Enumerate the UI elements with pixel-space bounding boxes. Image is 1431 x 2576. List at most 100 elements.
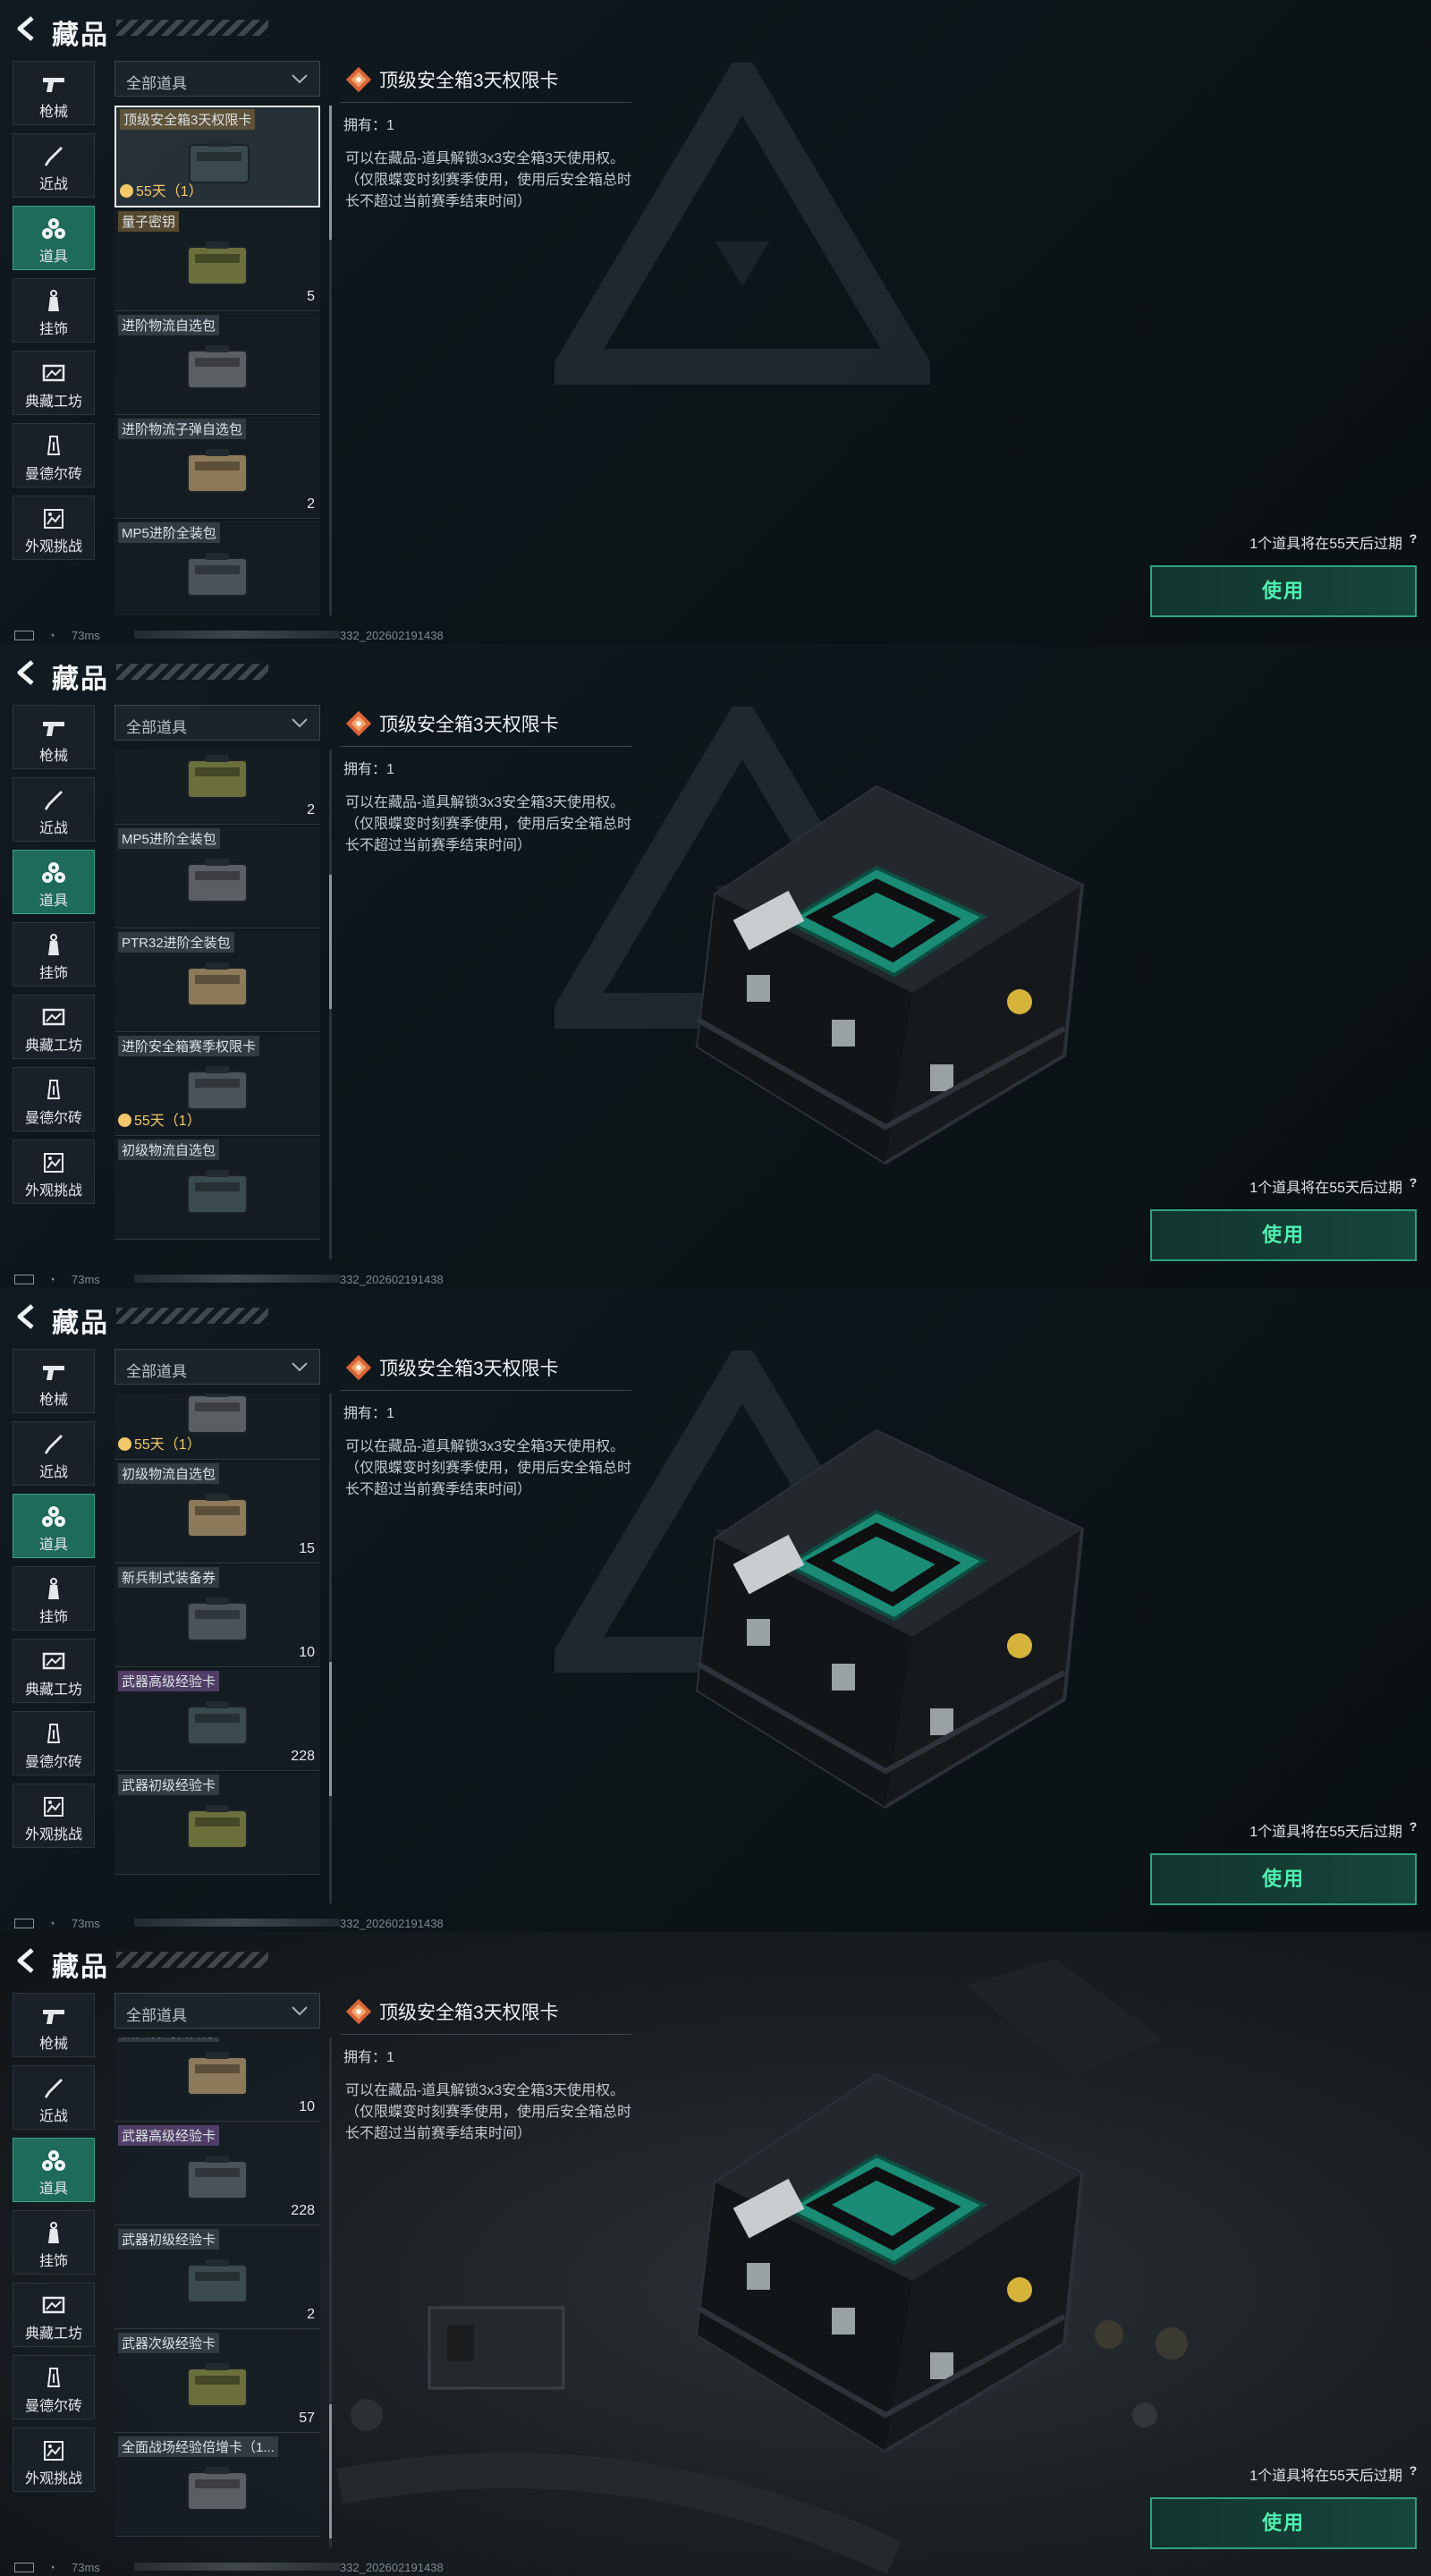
list-scrollbar[interactable]	[329, 106, 332, 615]
nav-item-label: 曼德尔砖	[24, 467, 82, 482]
nav-item-guns[interactable]: 枪械	[13, 1993, 95, 2057]
nav-item-charms[interactable]: 挂饰	[13, 1566, 95, 1631]
item-card[interactable]: 新兵制式装备券 10	[114, 1565, 320, 1667]
item-card[interactable]: 量子密钥 5	[114, 209, 320, 311]
nav-item-items[interactable]: 道具	[13, 2138, 95, 2202]
filter-label: 全部道具	[126, 719, 187, 736]
nav-item-appearance-challenge[interactable]: 外观挑战	[13, 2428, 95, 2492]
nav-item-workshop[interactable]: 典藏工坊	[13, 1639, 95, 1703]
item-card[interactable]: 全面战场经验倍增卡（1...	[114, 2435, 320, 2537]
use-button[interactable]: 使用	[1150, 1853, 1417, 1905]
brick-icon	[41, 2367, 66, 2390]
nav-item-guns[interactable]: 枪械	[13, 1349, 95, 1413]
item-card[interactable]: 初级物流自选包	[114, 1138, 320, 1240]
scrollbar-thumb[interactable]	[329, 2404, 332, 2538]
item-card[interactable]: 进阶安全箱赛季权限卡55天（1）	[114, 1394, 320, 1460]
item-name: 量子密钥	[118, 211, 180, 232]
item-card[interactable]: 武器初级经验卡 2	[114, 2227, 320, 2329]
item-card[interactable]: 进阶物流子弹自选包2	[114, 417, 320, 519]
filter-dropdown[interactable]: 全部道具	[114, 61, 320, 97]
filter-dropdown[interactable]: 全部道具	[114, 705, 320, 741]
nav-item-guns[interactable]: 枪械	[13, 705, 95, 769]
nav-item-melee[interactable]: 近战	[13, 777, 95, 842]
item-name: 武器高级经验卡	[118, 1671, 220, 1691]
detail-title: 顶级安全箱3天权限卡	[379, 2003, 559, 2023]
nav-item-workshop[interactable]: 典藏工坊	[13, 351, 95, 415]
detail-divider	[340, 1390, 631, 1391]
nav-item-items[interactable]: 道具	[13, 850, 95, 914]
use-button[interactable]: 使用	[1150, 2497, 1417, 2549]
items-icon	[41, 217, 66, 241]
item-description: 可以在藏品-道具解锁3x3安全箱3天使用权。（仅限蝶变时刻赛季使用，使用后安全箱…	[345, 1439, 632, 1497]
nav-item-workshop[interactable]: 典藏工坊	[13, 995, 95, 1059]
nav-item-melee[interactable]: 近战	[13, 2065, 95, 2130]
help-icon[interactable]: ?	[1406, 531, 1420, 546]
redacted-id	[134, 631, 340, 639]
item-card[interactable]: MP5进阶全装包	[114, 521, 320, 615]
back-icon[interactable]	[16, 1304, 36, 1329]
nav-item-melee[interactable]: 近战	[13, 1421, 95, 1486]
back-icon[interactable]	[16, 16, 36, 41]
nav-item-charms[interactable]: 挂饰	[13, 278, 95, 343]
nav-item-appearance-challenge[interactable]: 外观挑战	[13, 1784, 95, 1848]
back-icon[interactable]	[16, 1948, 36, 1973]
nav-item-items[interactable]: 道具	[13, 1494, 95, 1558]
item-card[interactable]: 顶级安全箱3天权限卡 55天（1）	[114, 106, 320, 208]
scrollbar-thumb[interactable]	[329, 1662, 332, 1796]
scrollbar-thumb[interactable]	[329, 106, 332, 240]
list-scrollbar[interactable]	[329, 1394, 332, 1903]
nav-item-mandel-brick[interactable]: 曼德尔砖	[13, 1711, 95, 1775]
nav-item-appearance-challenge[interactable]: 外观挑战	[13, 496, 95, 560]
item-card[interactable]: 武器高级经验卡 228	[114, 1669, 320, 1771]
gun-icon	[41, 72, 66, 96]
item-card[interactable]: 进阶物流子弹自选包2	[114, 750, 320, 825]
item-card[interactable]: 初级物流自选包 15	[114, 1462, 320, 1563]
nav-item-charms[interactable]: 挂饰	[13, 2210, 95, 2275]
nav-item-mandel-brick[interactable]: 曼德尔砖	[13, 1067, 95, 1131]
list-scrollbar[interactable]	[329, 750, 332, 1259]
use-button[interactable]: 使用	[1150, 1209, 1417, 1261]
scrollbar-thumb[interactable]	[329, 875, 332, 1009]
filter-dropdown[interactable]: 全部道具	[114, 1993, 320, 2029]
help-icon[interactable]: ?	[1406, 2463, 1420, 2478]
item-timer: 55天（1）	[118, 1108, 201, 1130]
status-bar: ◔ 73ms 332_202602191438	[0, 1270, 1431, 1288]
item-card[interactable]: 新兵制式装备券 10	[114, 2038, 320, 2122]
nav-item-melee[interactable]: 近战	[13, 133, 95, 198]
session-code: 332_202602191438	[340, 629, 444, 642]
nav-item-appearance-challenge[interactable]: 外观挑战	[13, 1140, 95, 1204]
list-scrollbar[interactable]	[329, 2038, 332, 2547]
nav-item-mandel-brick[interactable]: 曼德尔砖	[13, 2355, 95, 2419]
chevron-down-icon	[291, 1360, 309, 1373]
item-count: 57	[299, 2411, 315, 2426]
item-name: 进阶物流子弹自选包	[118, 419, 247, 439]
item-card[interactable]: 武器初级经验卡	[114, 1773, 320, 1875]
owned-count: 拥有：1	[343, 2050, 394, 2065]
item-card[interactable]: PTR32进阶全装包	[114, 930, 320, 1032]
item-count: 10	[299, 2099, 315, 2114]
item-card[interactable]: 进阶物流自选包	[114, 313, 320, 415]
timer-text: 55天（1）	[134, 1114, 201, 1129]
help-icon[interactable]: ?	[1406, 1819, 1420, 1834]
nav-item-guns[interactable]: 枪械	[13, 61, 95, 125]
redacted-id	[134, 1919, 340, 1927]
item-card[interactable]: 武器次级经验卡 57	[114, 2331, 320, 2433]
nav-item-workshop[interactable]: 典藏工坊	[13, 2283, 95, 2347]
help-icon[interactable]: ?	[1406, 1175, 1420, 1190]
nav-item-label: 近战	[38, 2109, 68, 2124]
filter-dropdown[interactable]: 全部道具	[114, 1349, 320, 1385]
nav-item-label: 枪械	[38, 749, 68, 764]
item-card[interactable]: 进阶安全箱赛季权限卡55天（1）	[114, 1034, 320, 1136]
nav-item-mandel-brick[interactable]: 曼德尔砖	[13, 423, 95, 487]
item-card[interactable]: MP5进阶全装包	[114, 826, 320, 928]
use-button[interactable]: 使用	[1150, 565, 1417, 617]
item-card[interactable]: 武器高级经验卡 228	[114, 2123, 320, 2225]
collection-screen: 藏品 枪械 近战 道具 挂饰 典藏工坊 曼德尔砖 外观挑战 全部道具 顶级安全箱3天权限卡 55天（…	[0, 0, 1431, 644]
item-name: MP5进阶全装包	[118, 828, 220, 849]
nav-item-charms[interactable]: 挂饰	[13, 922, 95, 987]
expire-note: 1个道具将在55天后过期	[1249, 537, 1402, 552]
nav-item-items[interactable]: 道具	[13, 206, 95, 270]
nav-item-label: 曼德尔砖	[24, 1755, 82, 1770]
back-icon[interactable]	[16, 660, 36, 685]
knife-icon	[41, 145, 66, 168]
